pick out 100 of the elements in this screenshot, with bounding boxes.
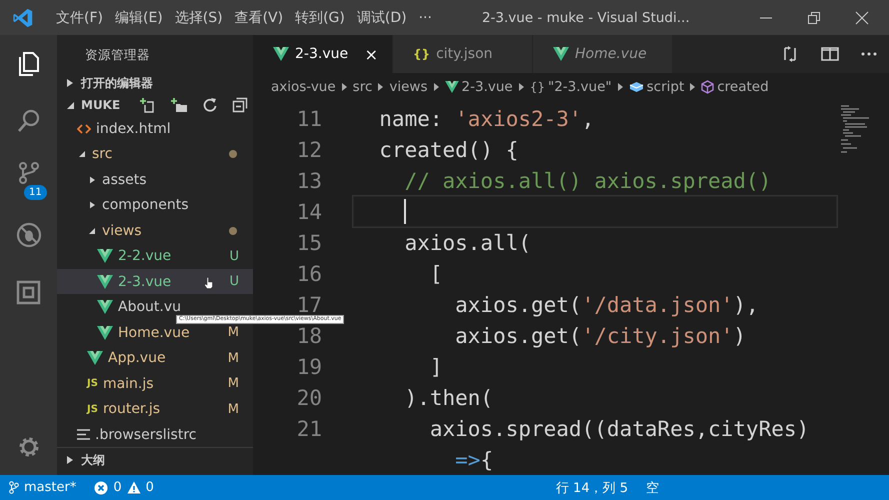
line-number: 11 (296, 106, 322, 130)
window-title: 2-3.vue - muke - Visual Studi... (482, 10, 690, 26)
code-line: axios.spread((dataRes,cityRes) (428, 416, 810, 440)
file-tree-item[interactable]: .browserslistrc (57, 422, 253, 448)
compare-changes-icon[interactable] (781, 45, 799, 63)
code-line: =>{ (454, 448, 494, 472)
editor-tab[interactable]: Home.vue (533, 35, 673, 73)
code-brackets-icon (77, 124, 91, 134)
menu-item[interactable]: 转到(G) (289, 8, 351, 26)
new-folder-icon[interactable] (171, 96, 188, 114)
code-line: axios.get('/city.json') (454, 324, 746, 348)
branch-icon (9, 481, 19, 494)
vue-icon (97, 274, 113, 289)
line-number: 20 (296, 386, 322, 410)
code-line: [ (428, 262, 443, 286)
file-tree-item[interactable]: src (57, 141, 253, 167)
breadcrumb-item[interactable]: {} "2-3.vue" (530, 78, 612, 94)
restore-icon[interactable] (807, 10, 821, 24)
git-status-letter: M (228, 350, 239, 366)
source-control-icon[interactable] (16, 162, 40, 184)
line-number: 19 (296, 354, 322, 378)
menu-item[interactable]: ··· (412, 10, 438, 26)
vue-icon (553, 47, 569, 61)
code-line: created() { (378, 138, 518, 162)
breadcrumb-item[interactable]: script (628, 78, 684, 94)
line-number: 12 (296, 138, 322, 162)
vue-icon (97, 249, 113, 264)
breadcrumb-separator-icon (342, 82, 347, 90)
menu-item[interactable]: 调试(D) (350, 8, 413, 26)
breadcrumb-separator-icon (518, 82, 524, 90)
indentation-setting[interactable]: 空 (637, 478, 889, 496)
collapse-all-icon[interactable] (232, 97, 248, 114)
line-number: 21 (296, 416, 322, 440)
text-lines-icon (77, 429, 90, 440)
file-tree-item[interactable]: index.html (57, 116, 253, 142)
vue-icon (444, 80, 459, 92)
section-header[interactable]: 打开的编辑器 (57, 72, 253, 94)
line-number: 15 (296, 230, 322, 254)
code-line: axios.get('/data.json'), (454, 292, 759, 316)
git-status-letter: U (229, 248, 239, 264)
branch-indicator[interactable]: master* (0, 480, 86, 495)
breadcrumb-item[interactable]: created (701, 78, 769, 94)
file-tree-item[interactable]: views (57, 218, 253, 244)
panel-title: 资源管理器 (84, 46, 151, 64)
section-header[interactable]: MUKE (57, 94, 253, 116)
method-cube-icon (701, 80, 714, 94)
error-icon (94, 480, 108, 494)
git-status-letter: M (228, 402, 239, 417)
menu-item[interactable]: 编辑(E) (108, 8, 169, 26)
split-editor-icon[interactable] (821, 46, 839, 62)
git-status-letter: M (228, 376, 239, 392)
code-line: ).then( (404, 386, 494, 410)
js-icon: JS (87, 378, 98, 390)
app-logo-icon (12, 6, 34, 28)
cursor-position[interactable]: 行 14，列 5 (546, 478, 637, 496)
vue-icon (87, 351, 103, 366)
vue-icon (273, 47, 289, 61)
file-tree-item[interactable]: 2-2.vue U (57, 243, 253, 269)
menu-item[interactable]: 查看(V) (228, 8, 290, 26)
git-status-letter: M (228, 325, 239, 340)
cube-icon (628, 80, 644, 92)
line-number: 18 (296, 324, 322, 348)
breadcrumb-item[interactable]: axios-vue (271, 78, 336, 94)
file-tree-item[interactable]: components (57, 192, 253, 218)
file-tree-item[interactable]: App.vue M (57, 345, 253, 371)
breadcrumb-separator-icon (434, 82, 439, 90)
braces-icon: {} (413, 47, 430, 61)
editor-tab[interactable]: {} city.json (393, 35, 533, 73)
line-number: 17 (296, 292, 322, 316)
file-tree-item[interactable]: JS main.js M (57, 370, 253, 396)
code-line: name: 'axios2-3', (378, 106, 594, 130)
code-line: ] (428, 354, 443, 378)
problems-indicator[interactable]: 0 0 (85, 480, 163, 495)
refresh-icon[interactable] (202, 97, 218, 114)
breadcrumb-separator-icon (618, 82, 623, 90)
line-number: 14 (296, 200, 322, 224)
file-tree-item[interactable]: JS router.js M (57, 396, 253, 422)
braces-icon: {} (530, 80, 545, 94)
hand-cursor-icon (204, 276, 213, 289)
breadcrumb-separator-icon (690, 82, 696, 90)
vue-icon (97, 300, 113, 314)
editor-tab[interactable]: 2-3.vue × (253, 35, 393, 73)
close-icon[interactable] (855, 10, 869, 24)
code-line: // axios.all() axios.spread() (404, 168, 772, 192)
breadcrumb-item[interactable]: views (389, 78, 428, 94)
breadcrumb-item[interactable]: 2-3.vue (444, 78, 513, 94)
menu-item[interactable]: 选择(S) (168, 8, 229, 26)
js-icon: JS (87, 404, 98, 415)
close-tab-button[interactable]: × (362, 44, 380, 64)
file-tree-item[interactable]: 2-3.vue U (57, 268, 253, 294)
file-tree-item[interactable]: assets (57, 166, 253, 192)
line-number: 16 (296, 262, 322, 286)
more-icon[interactable] (861, 52, 877, 56)
breadcrumb-item[interactable]: src (352, 78, 372, 94)
count-badge: 11 (24, 185, 47, 200)
code-line: axios.all( (404, 230, 532, 254)
git-status-letter: U (229, 274, 239, 290)
menu-item[interactable]: 文件(F) (50, 8, 109, 26)
warning-icon (126, 481, 141, 494)
no-bug-icon[interactable] (14, 220, 42, 248)
